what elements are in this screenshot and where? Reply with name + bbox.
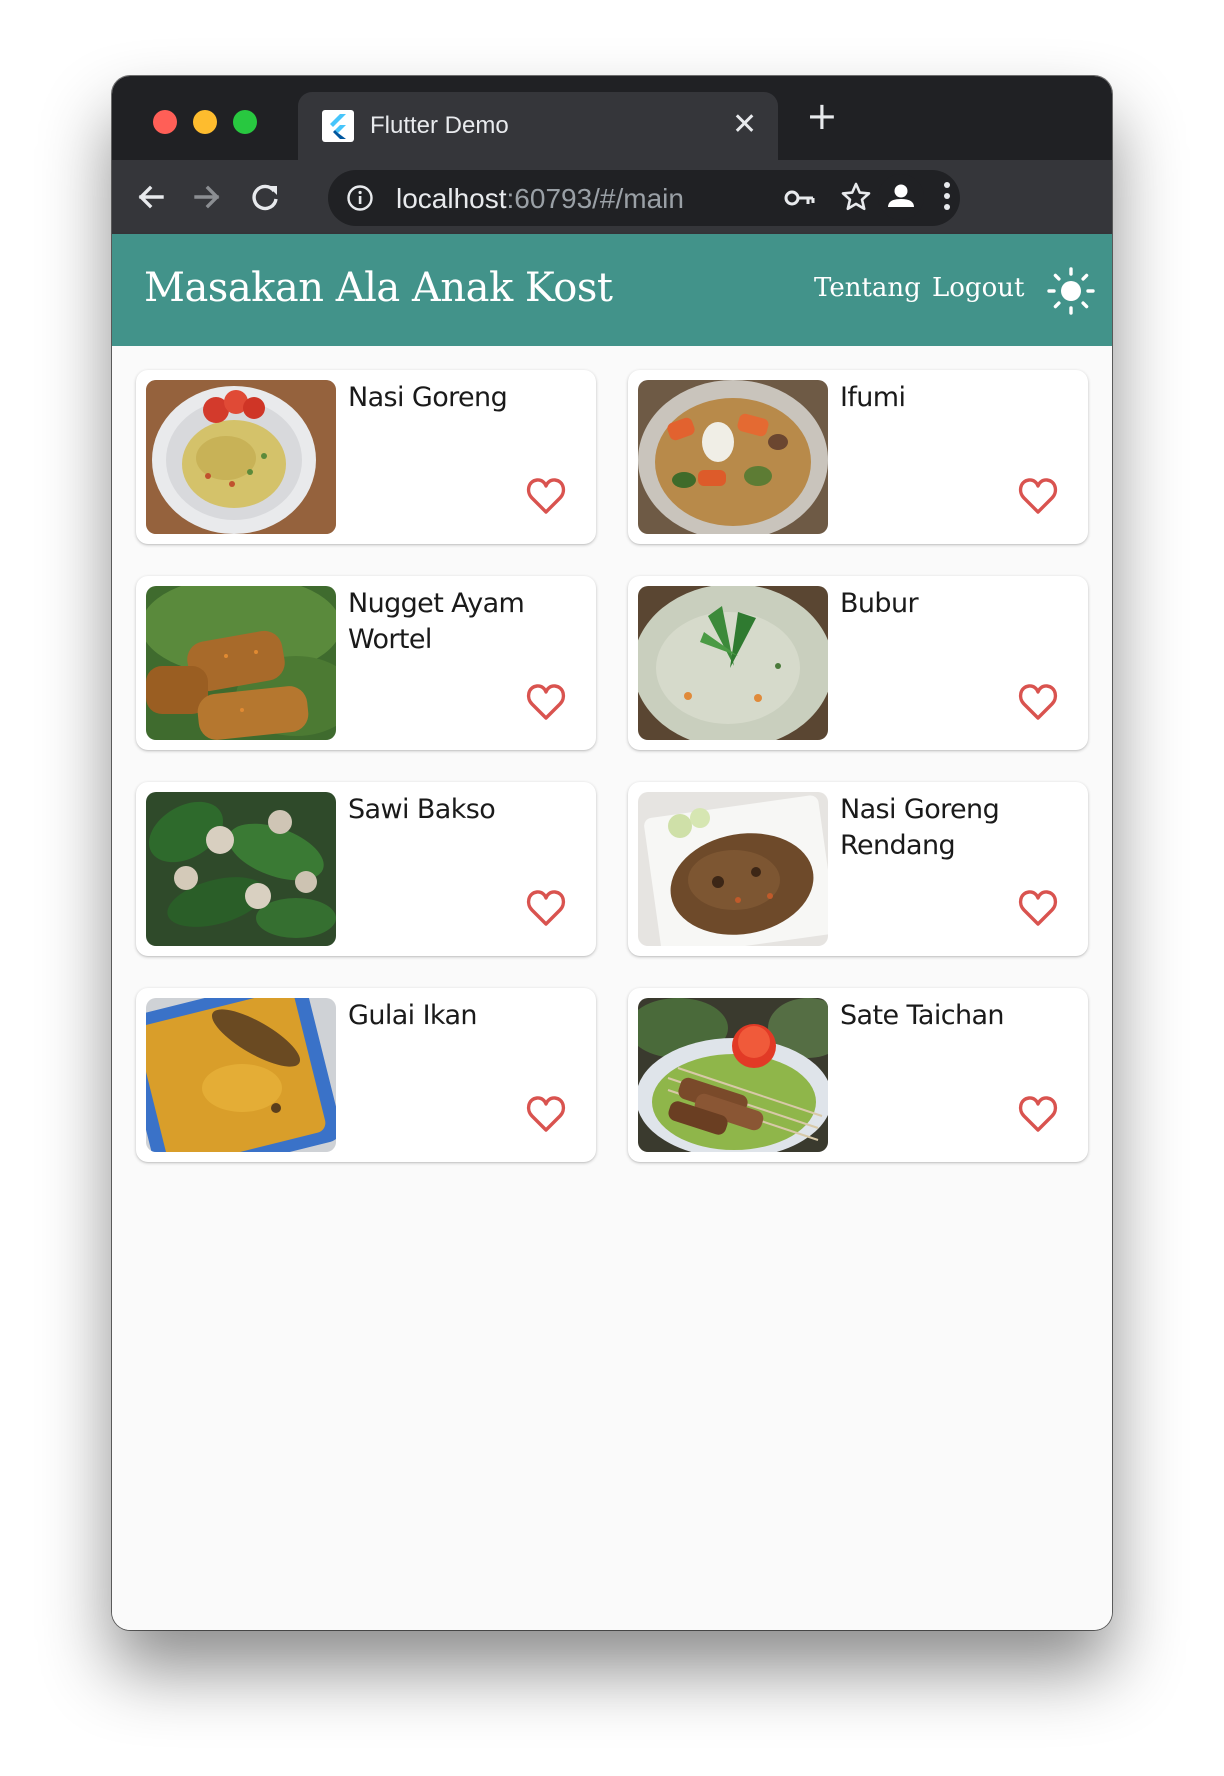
recipe-card-nasi-goreng[interactable]: Nasi Goreng (136, 370, 596, 544)
recipe-title: Ifumi (840, 382, 906, 413)
favorite-heart-icon[interactable] (1016, 680, 1060, 724)
favorite-heart-icon[interactable] (1016, 1092, 1060, 1136)
recipe-photo-nasi-goreng-rendang (638, 792, 828, 946)
tab-strip: Flutter Demo ✕ + (112, 76, 1112, 160)
back-arrow-icon[interactable] (132, 178, 170, 216)
recipe-card-sate-taichan[interactable]: Sate Taichan (628, 988, 1088, 1162)
recipe-title: Nasi Goreng Rendang (840, 794, 1000, 861)
recipe-card-bubur[interactable]: Bubur (628, 576, 1088, 750)
app-bar: Masakan Ala Anak Kost Tentang Logout (112, 234, 1112, 346)
minimize-window-button[interactable] (193, 110, 217, 134)
tab-title: Flutter Demo (370, 112, 509, 139)
recipe-title: Gulai Ikan (348, 1000, 478, 1031)
favorite-heart-icon[interactable] (524, 474, 568, 518)
more-menu-icon[interactable] (938, 176, 956, 216)
recipe-photo-gulai-ikan (146, 998, 336, 1152)
recipe-photo-bubur (638, 586, 828, 740)
forward-arrow-icon[interactable] (188, 178, 226, 216)
recipe-photo-sate-taichan (638, 998, 828, 1152)
maximize-window-button[interactable] (233, 110, 257, 134)
app-title: Masakan Ala Anak Kost (144, 265, 613, 311)
favorite-heart-icon[interactable] (524, 680, 568, 724)
recipe-card-nugget-ayam-wortel[interactable]: Nugget Ayam Wortel (136, 576, 596, 750)
recipe-photo-ifumi (638, 380, 828, 534)
browser-toolbar: localhost:60793/#/main (112, 160, 1112, 234)
new-tab-button[interactable]: + (806, 96, 838, 136)
flutter-logo-icon (322, 110, 354, 142)
url-path: :60793/#/main (506, 183, 684, 214)
recipe-grid: Nasi Goreng Ifumi Nugget Ayam Wortel Bub… (112, 346, 1112, 1630)
tab-flutter-demo[interactable]: Flutter Demo ✕ (298, 92, 778, 160)
favorite-heart-icon[interactable] (524, 1092, 568, 1136)
favorite-heart-icon[interactable] (524, 886, 568, 930)
theme-toggle-sun-icon[interactable] (1046, 266, 1096, 316)
recipe-title: Sate Taichan (840, 1000, 1005, 1031)
favorite-heart-icon[interactable] (1016, 474, 1060, 518)
key-icon[interactable] (784, 184, 816, 212)
recipe-title: Nasi Goreng (348, 382, 508, 413)
close-window-button[interactable] (153, 110, 177, 134)
close-tab-icon[interactable]: ✕ (732, 108, 757, 142)
recipe-card-nasi-goreng-rendang[interactable]: Nasi Goreng Rendang (628, 782, 1088, 956)
recipe-card-gulai-ikan[interactable]: Gulai Ikan (136, 988, 596, 1162)
about-link[interactable]: Tentang (814, 272, 921, 304)
url-text: localhost:60793/#/main (396, 183, 684, 215)
logout-link[interactable]: Logout (932, 272, 1024, 304)
recipe-card-sawi-bakso[interactable]: Sawi Bakso (136, 782, 596, 956)
url-host: localhost (396, 183, 507, 214)
browser-window: Flutter Demo ✕ + localhost:60793/#/main (112, 76, 1112, 1630)
recipe-title: Sawi Bakso (348, 794, 496, 825)
address-bar[interactable]: localhost:60793/#/main (328, 170, 960, 226)
profile-avatar-icon[interactable] (876, 172, 926, 222)
recipe-photo-sawi-bakso (146, 792, 336, 946)
recipe-photo-nugget-ayam-wortel (146, 586, 336, 740)
recipe-photo-nasi-goreng (146, 380, 336, 534)
favorite-heart-icon[interactable] (1016, 886, 1060, 930)
bookmark-star-icon[interactable] (840, 181, 872, 213)
recipe-title: Nugget Ayam Wortel (348, 588, 525, 655)
reload-icon[interactable] (246, 178, 284, 216)
site-info-icon[interactable] (346, 184, 374, 212)
recipe-card-ifumi[interactable]: Ifumi (628, 370, 1088, 544)
recipe-title: Bubur (840, 588, 919, 619)
